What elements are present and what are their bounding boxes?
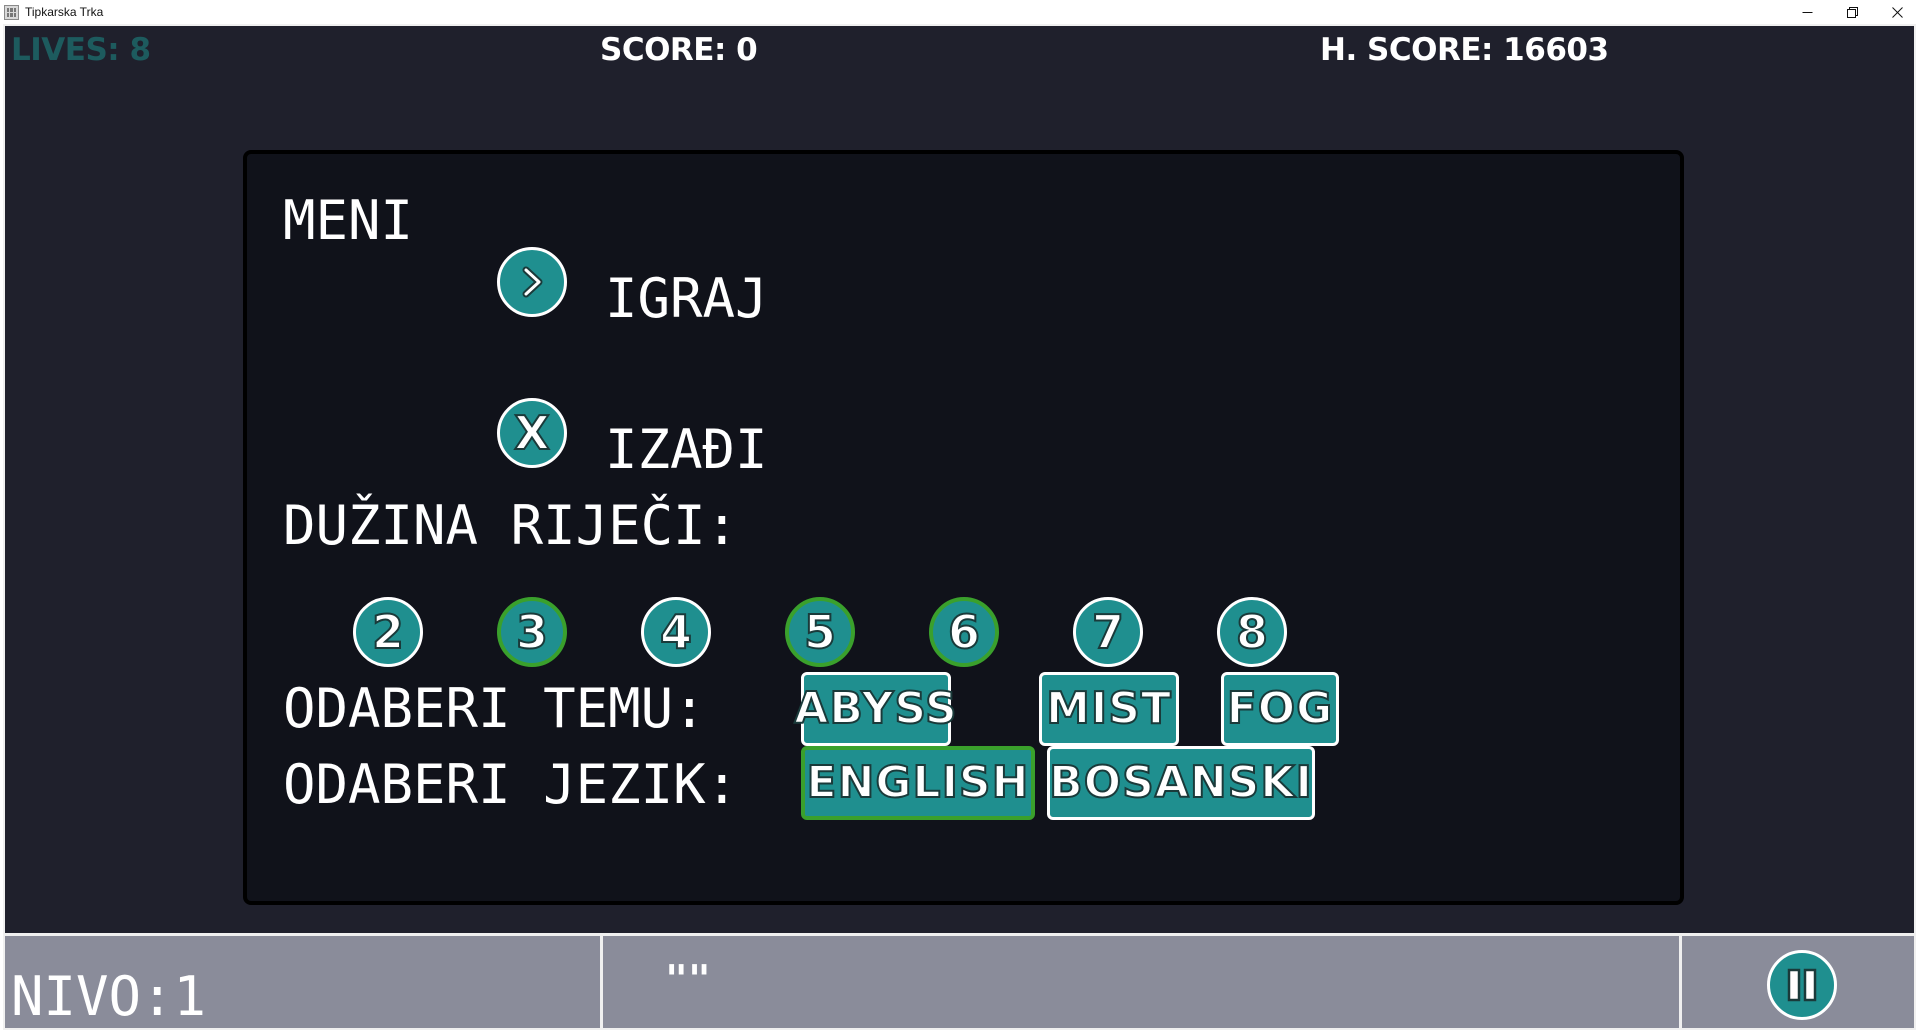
word-length-label: DUŽINA RIJEČI: — [283, 494, 739, 557]
window-titlebar: Tipkarska Trka — [0, 0, 1920, 24]
minimize-button[interactable] — [1785, 0, 1830, 24]
language-english-label: ENGLISH — [806, 757, 1030, 808]
typed-word-display: "" — [665, 957, 711, 1001]
minimize-icon — [1802, 11, 1813, 13]
status-divider — [600, 936, 603, 1028]
word-length-6-glyph: 6 — [947, 605, 981, 659]
word-length-8-glyph: 8 — [1235, 605, 1269, 659]
theme-mist-label: MIST — [1045, 683, 1172, 734]
restore-icon — [1847, 6, 1858, 18]
game-area: LIVES: 8 SCORE: 0 H. SCORE: 16603 MENI I… — [3, 24, 1916, 1030]
app-keyboard-icon — [4, 4, 19, 20]
menu-heading: MENI — [283, 189, 414, 252]
status-bar: NIVO:1 "" — [5, 933, 1914, 1028]
word-length-3-glyph: 3 — [515, 605, 549, 659]
word-length-7-glyph: 7 — [1091, 605, 1125, 659]
lives-counter: LIVES: 8 — [11, 32, 151, 68]
main-menu-panel: MENI IGRAJ X IZAĐI DUŽINA RIJEČI: 2 3 4 … — [243, 150, 1684, 905]
word-length-2-glyph: 2 — [371, 605, 405, 659]
play-label[interactable]: IGRAJ — [605, 272, 768, 326]
word-length-2-button[interactable]: 2 — [353, 597, 423, 667]
window-controls — [1785, 0, 1920, 24]
word-length-4-glyph: 4 — [659, 605, 693, 659]
pause-button[interactable] — [1767, 950, 1837, 1020]
exit-button[interactable]: X — [497, 398, 567, 468]
word-length-6-button[interactable]: 6 — [929, 597, 999, 667]
language-english-button[interactable]: ENGLISH — [801, 746, 1035, 820]
score-counter: SCORE: 0 — [600, 32, 758, 68]
language-bosanski-label: BOSANSKI — [1048, 757, 1313, 808]
theme-abyss-label: ABYSS — [793, 683, 958, 734]
word-length-5-button[interactable]: 5 — [785, 597, 855, 667]
theme-label: ODABERI TEMU: — [283, 677, 706, 740]
word-length-5-glyph: 5 — [803, 605, 837, 659]
close-x-icon: X — [513, 406, 550, 460]
restore-button[interactable] — [1830, 0, 1875, 24]
close-button[interactable] — [1875, 0, 1920, 24]
play-button[interactable] — [497, 247, 567, 317]
word-length-8-button[interactable]: 8 — [1217, 597, 1287, 667]
chevron-right-icon — [522, 266, 543, 298]
window-title: Tipkarska Trka — [25, 5, 104, 19]
theme-abyss-button[interactable]: ABYSS — [793, 672, 958, 746]
exit-label[interactable]: IZAĐI — [605, 423, 768, 477]
word-length-3-button[interactable]: 3 — [497, 597, 567, 667]
close-icon — [1892, 6, 1903, 18]
language-bosanski-button[interactable]: BOSANSKI — [1047, 746, 1315, 820]
theme-mist-button[interactable]: MIST — [1039, 672, 1179, 746]
theme-fog-button[interactable]: FOG — [1221, 672, 1339, 746]
pause-icon — [1787, 968, 1817, 1002]
word-length-7-button[interactable]: 7 — [1073, 597, 1143, 667]
level-indicator: NIVO:1 — [11, 965, 207, 1028]
status-divider — [1679, 936, 1682, 1028]
language-label: ODABERI JEZIK: — [283, 753, 739, 816]
theme-fog-label: FOG — [1226, 683, 1334, 734]
word-length-4-button[interactable]: 4 — [641, 597, 711, 667]
high-score-counter: H. SCORE: 16603 — [1320, 32, 1609, 68]
